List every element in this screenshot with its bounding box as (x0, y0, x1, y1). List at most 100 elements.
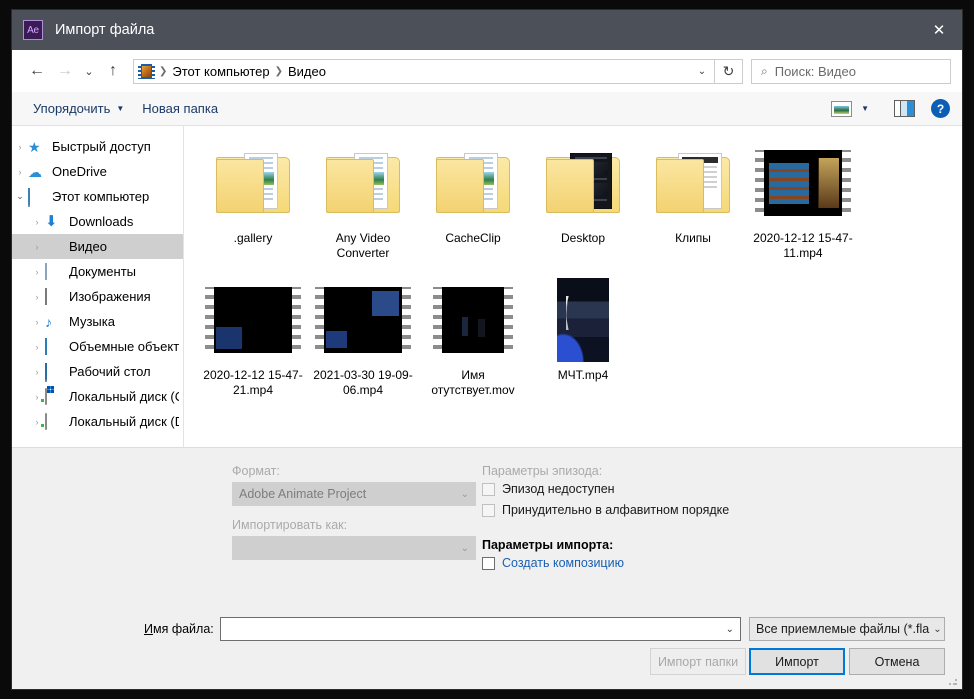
dialog-footer (12, 597, 962, 689)
expander-icon[interactable]: ⌄ (12, 191, 28, 202)
file-name: 2020-12-12 15-47-21.mp4 (203, 368, 303, 397)
breadcrumb-item-video[interactable]: Видео (285, 64, 329, 79)
file-type-value: Все приемлемые файлы (*.fla (756, 622, 930, 636)
search-input[interactable]: Поиск: Видео (775, 64, 856, 79)
sidebar-item-music[interactable]: › ♪ Музыка (12, 309, 183, 334)
file-name: Клипы (675, 231, 711, 245)
expander-icon[interactable]: › (29, 292, 45, 302)
star-icon: ★ (28, 138, 41, 155)
sidebar-item-pictures[interactable]: › Изображения (12, 284, 183, 309)
up-button[interactable]: ↑ (99, 57, 127, 85)
chevron-down-icon[interactable]: ⌄ (726, 624, 734, 635)
after-effects-icon: Ae (23, 20, 43, 40)
screen: Ae Импорт файла ✕ ← → ⌄ ↑ ❯ Этот компьют… (0, 0, 974, 699)
list-item[interactable]: 2020-12-12 15-47-21.mp4 (198, 277, 308, 398)
sidebar-item-downloads[interactable]: › ⬇ Downloads (12, 209, 183, 234)
file-name: МЧТ.mp4 (557, 368, 609, 382)
view-mode-dropdown[interactable]: ▼ (852, 100, 878, 117)
force-alphabetical-row[interactable]: Принудительно в алфавитном порядке (482, 503, 812, 517)
folder-icon (638, 140, 748, 226)
desktop-icon (45, 362, 63, 382)
import-folder-button[interactable]: Импорт папки (650, 648, 746, 675)
search-box[interactable]: ⌕ Поиск: Видео (751, 58, 951, 84)
list-item[interactable]: CacheClip (418, 140, 528, 261)
format-dropdown: Adobe Animate Project ⌄ (232, 482, 476, 506)
expander-icon[interactable]: › (29, 242, 45, 252)
checkbox-create-composition[interactable] (482, 556, 495, 570)
file-name-accelerator: И (144, 622, 153, 636)
expander-icon[interactable]: › (12, 167, 28, 177)
chevron-down-icon[interactable]: ⌄ (690, 60, 714, 83)
sidebar-item-local-disk-c[interactable]: › Локальный диск (C (12, 384, 183, 409)
close-icon[interactable]: ✕ (916, 10, 962, 50)
list-item[interactable]: 2021-03-30 19-09-06.mp4 (308, 277, 418, 398)
create-composition-label[interactable]: Создать композицию (502, 556, 624, 570)
list-item[interactable]: Клипы (638, 140, 748, 261)
preview-pane-icon[interactable] (894, 100, 915, 117)
refresh-icon[interactable]: ↻ (715, 58, 743, 84)
sidebar-item-3d-objects[interactable]: › Объемные объекты (12, 334, 183, 359)
create-composition-row[interactable]: Создать композицию (482, 556, 812, 570)
list-item[interactable]: Any Video Converter (308, 140, 418, 261)
list-item[interactable]: Имя отутствует.mov (418, 277, 528, 398)
checkbox-sequence-unavailable[interactable] (482, 482, 495, 496)
help-icon[interactable]: ? (931, 99, 950, 118)
cancel-button[interactable]: Отмена (849, 648, 945, 675)
sidebar-item-label: Локальный диск (C (69, 389, 179, 404)
chevron-down-icon: ▼ (116, 104, 125, 113)
file-name: CacheClip (445, 231, 501, 245)
list-item[interactable]: Desktop (528, 140, 638, 261)
dialog-body: › ★ Быстрый доступ › ☁ OneDrive ⌄ Этот к… (12, 126, 962, 447)
expander-icon[interactable]: › (29, 267, 45, 277)
expander-icon[interactable]: › (29, 317, 45, 327)
recent-locations-button[interactable]: ⌄ (79, 57, 99, 85)
file-name-input[interactable]: ⌄ (220, 617, 741, 641)
sidebar-item-onedrive[interactable]: › ☁ OneDrive (12, 159, 183, 184)
sidebar-item-label: Этот компьютер (52, 189, 150, 204)
sidebar-item-desktop[interactable]: › Рабочий стол (12, 359, 183, 384)
sidebar-item-quick-access[interactable]: › ★ Быстрый доступ (12, 134, 183, 159)
import-button[interactable]: Импорт (749, 648, 845, 675)
sidebar-item-documents[interactable]: › Документы (12, 259, 183, 284)
chevron-down-icon: ⌄ (933, 623, 942, 635)
resize-grip[interactable] (948, 676, 958, 686)
video-thumbnail (308, 277, 418, 363)
list-item[interactable]: 2020-12-12 15-47-11.mp4 (748, 140, 858, 261)
sidebar-item-label: Музыка (69, 314, 115, 329)
sequence-unavailable-row[interactable]: Эпизод недоступен (482, 482, 812, 496)
address-bar[interactable]: ❯ Этот компьютер ❯ Видео ⌄ (133, 58, 715, 84)
sidebar-item-label: Быстрый доступ (52, 139, 151, 154)
new-folder-button[interactable]: Новая папка (133, 97, 227, 120)
document-icon (45, 262, 63, 280)
import-as-label: Импортировать как: (232, 518, 348, 532)
breadcrumb-item-computer[interactable]: Этот компьютер (169, 64, 272, 79)
sidebar-item-label: Downloads (69, 214, 134, 229)
file-name-label-rest: мя файла: (152, 622, 214, 636)
checkbox-force-alphabetical[interactable] (482, 503, 495, 517)
disk-windows-icon (45, 387, 63, 405)
expander-icon[interactable]: › (29, 367, 45, 377)
expander-icon[interactable]: › (29, 342, 45, 352)
expander-icon[interactable]: › (29, 217, 45, 227)
list-item[interactable]: МЧТ.mp4 (528, 277, 638, 398)
sidebar-item-local-disk-d[interactable]: › Локальный диск (D (12, 409, 183, 434)
file-name-label: Имя файла: (144, 622, 214, 636)
video-thumbnail (748, 140, 858, 226)
file-name: Any Video Converter (335, 231, 391, 260)
back-button[interactable]: ← (23, 57, 51, 85)
sidebar-item-this-pc[interactable]: ⌄ Этот компьютер (12, 184, 183, 209)
options-spacer (482, 524, 812, 538)
title-bar: Ae Импорт файла ✕ (12, 10, 962, 50)
organize-button[interactable]: Упорядочить ▼ (24, 97, 133, 120)
view-mode-icon[interactable] (831, 100, 853, 117)
format-section: Формат: Adobe Animate Project ⌄ Импортир… (232, 464, 482, 572)
forward-button[interactable]: → (51, 57, 79, 85)
expander-icon[interactable]: › (12, 142, 28, 152)
video-icon (45, 239, 63, 255)
file-type-dropdown[interactable]: Все приемлемые файлы (*.fla ⌄ (749, 617, 945, 641)
video-thumbnail (418, 277, 528, 363)
list-item[interactable]: .gallery (198, 140, 308, 261)
file-list[interactable]: .gallery Any Video Converter CacheClip D… (184, 126, 962, 447)
sidebar-item-video[interactable]: › Видео (12, 234, 183, 259)
cloud-icon: ☁ (28, 163, 42, 180)
